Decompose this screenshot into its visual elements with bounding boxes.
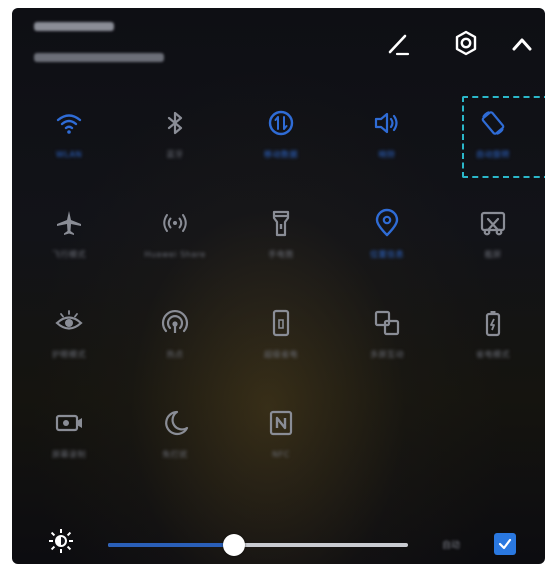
screen-record-icon (52, 406, 86, 440)
collapse-button[interactable] (504, 26, 540, 62)
tile-label: 护眼模式 (52, 350, 86, 359)
chevron-up-icon (512, 38, 532, 51)
tile-label: 热点 (166, 350, 184, 359)
tile-dnd[interactable]: 免打扰 (125, 398, 225, 478)
bluetooth-icon (158, 106, 192, 140)
tile-mobile-data[interactable]: 移动数据 (231, 98, 331, 178)
tile-label: 移动数据 (264, 150, 298, 159)
tile-label: 飞行模式 (52, 250, 86, 259)
tile-label: 截屏 (484, 250, 502, 259)
settings-button[interactable] (448, 26, 484, 62)
tile-label: Huawei Share (144, 250, 206, 259)
panel-header (12, 8, 545, 88)
tile-hotspot[interactable]: Huawei Share (125, 198, 225, 278)
checkmark-icon (498, 538, 512, 550)
mobile-data-icon (264, 106, 298, 140)
screenshot-icon (476, 206, 510, 240)
tile-battery-saver[interactable]: 省电模式 (443, 298, 543, 378)
brightness-slider[interactable] (108, 534, 408, 556)
battery-icon (476, 306, 510, 340)
tile-dual-sim[interactable]: 超级省电 (231, 298, 331, 378)
edit-button[interactable] (380, 26, 416, 62)
tile-wlan[interactable]: WLAN (19, 98, 119, 178)
notification-panel: WLAN 蓝牙 移动数据 响铃 自动旋转 飞行模式 Huawei Share 手… (12, 8, 545, 564)
location-icon (370, 206, 404, 240)
tile-label: 响铃 (378, 150, 396, 159)
gear-icon (455, 30, 477, 56)
carrier-subtext (34, 53, 164, 62)
hotspot-icon (158, 206, 192, 240)
tile-label: NFC (272, 450, 290, 459)
tile-label: WLAN (55, 150, 82, 159)
tile-location[interactable]: 位置信息 (337, 198, 437, 278)
tile-flashlight[interactable]: 手电筒 (231, 198, 331, 278)
wifi-icon (52, 106, 86, 140)
tile-label: 屏幕录制 (52, 450, 86, 459)
tile-label: 免打扰 (162, 450, 188, 459)
tile-sound[interactable]: 响铃 (337, 98, 437, 178)
multiscreen-icon (370, 306, 404, 340)
slider-thumb[interactable] (223, 534, 245, 556)
tile-label: 蓝牙 (166, 150, 184, 159)
tile-wireless-share[interactable]: 热点 (125, 298, 225, 378)
tile-nfc[interactable]: NFC (231, 398, 331, 478)
tile-label: 省电模式 (476, 350, 510, 359)
tile-label: 位置信息 (370, 250, 404, 259)
auto-brightness-checkbox[interactable] (494, 533, 516, 555)
eye-icon (52, 306, 86, 340)
brightness-icon (48, 528, 74, 554)
carrier-name (34, 22, 114, 31)
tile-label: 手电筒 (268, 250, 294, 259)
edit-icon (388, 34, 410, 56)
brightness-bar: 自动 (12, 520, 545, 560)
tile-label: 多屏互动 (370, 350, 404, 359)
wireless-share-icon (158, 306, 192, 340)
tile-eye-comfort[interactable]: 护眼模式 (19, 298, 119, 378)
tile-airplane[interactable]: 飞行模式 (19, 198, 119, 278)
slider-fill (108, 543, 234, 547)
tile-screen-record[interactable]: 屏幕录制 (19, 398, 119, 478)
highlight-frame (462, 96, 545, 178)
flashlight-icon (264, 206, 298, 240)
tile-multiscreen[interactable]: 多屏互动 (337, 298, 437, 378)
tile-label: 超级省电 (264, 350, 298, 359)
nfc-icon (264, 406, 298, 440)
tile-screenshot[interactable]: 截屏 (443, 198, 543, 278)
auto-brightness-label: 自动 (442, 541, 461, 551)
volume-icon (370, 106, 404, 140)
airplane-icon (52, 206, 86, 240)
tile-bluetooth[interactable]: 蓝牙 (125, 98, 225, 178)
moon-icon (158, 406, 192, 440)
phone-screen-icon (264, 306, 298, 340)
